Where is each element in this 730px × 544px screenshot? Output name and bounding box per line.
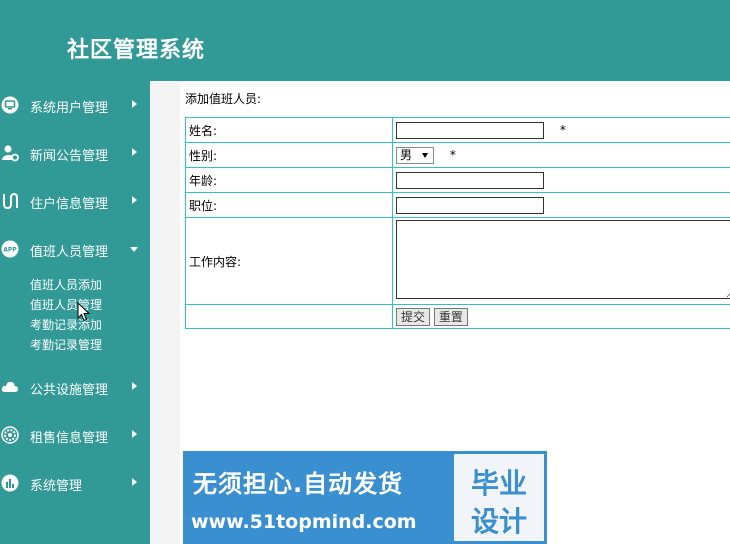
chevron-right-icon: [132, 430, 137, 438]
position-input[interactable]: [396, 196, 544, 214]
app-title: 社区管理系统: [67, 38, 206, 63]
chevron-right-icon: [132, 100, 137, 108]
sidebar-item-label: 值班人员管理: [30, 245, 109, 260]
monitor-icon: [1, 96, 19, 114]
ad-banner[interactable]: 无须担心.自动发货 www.51topmind.com 毕业 设计: [183, 451, 547, 544]
mouse-cursor-icon: [77, 302, 91, 322]
position-label: 职位:: [185, 192, 393, 218]
work-content-textarea[interactable]: [396, 220, 730, 299]
sidebar-item-facilities[interactable]: 公共设施管理: [0, 371, 150, 403]
sidebar-item-rental[interactable]: 租售信息管理: [0, 419, 150, 451]
dropdown-caret-icon: [422, 152, 428, 158]
chevron-right-icon: [132, 478, 137, 486]
submenu-item-manage-attendance[interactable]: 考勤记录管理: [30, 336, 102, 353]
chevron-right-icon: [132, 148, 137, 156]
cloud-icon: [1, 381, 19, 392]
duty-staff-form: 姓名: * 性别: 男 * 年龄: 职位: 工作内容: 提交 重置: [185, 117, 730, 329]
app-icon: APP: [1, 240, 19, 258]
age-input[interactable]: [396, 171, 544, 189]
top-header: 社区管理系统: [0, 0, 730, 81]
ad-badge-top: 毕业: [470, 467, 527, 500]
submenu-item-manage-duty[interactable]: 值班人员管理: [30, 296, 102, 313]
work-content-label: 工作内容:: [185, 217, 393, 305]
ad-url: www.51topmind.com: [191, 511, 417, 533]
sidebar: 系统用户管理 新闻公告管理 住户信息管理 APP 值班人员管理 值班人员添加 值…: [0, 81, 150, 544]
sidebar-item-news[interactable]: 新闻公告管理: [0, 137, 150, 169]
gender-selected-value: 男: [400, 147, 413, 162]
ad-badge-bottom: 设计: [470, 505, 527, 538]
name-input[interactable]: [396, 121, 544, 139]
sidebar-item-duty-staff[interactable]: APP 值班人员管理: [0, 233, 150, 265]
name-label: 姓名:: [185, 117, 393, 143]
chevron-right-icon: [132, 196, 137, 204]
settings-circle-icon: [1, 426, 19, 444]
sidebar-item-label: 新闻公告管理: [30, 149, 109, 164]
ad-badge: 毕业 设计: [454, 454, 544, 541]
age-label: 年龄:: [185, 167, 393, 193]
submit-button[interactable]: 提交: [396, 307, 431, 326]
sidebar-item-label: 公共设施管理: [30, 383, 109, 398]
submenu-item-add-attendance[interactable]: 考勤记录添加: [30, 316, 102, 333]
sidebar-item-label: 租售信息管理: [30, 431, 109, 446]
form-title: 添加值班人员:: [185, 92, 262, 106]
ad-slogan: 无须担心.自动发货: [193, 470, 404, 498]
sidebar-item-system-users[interactable]: 系统用户管理: [0, 89, 150, 121]
content-gutter: [150, 81, 180, 544]
submenu-item-add-duty[interactable]: 值班人员添加: [30, 276, 102, 293]
user-gear-icon: [2, 145, 19, 162]
required-mark: *: [559, 122, 566, 137]
sidebar-item-system[interactable]: 系统管理: [0, 467, 150, 499]
gender-label: 性别:: [185, 142, 393, 168]
svg-text:APP: APP: [3, 247, 17, 254]
route-icon: [3, 192, 18, 210]
empty-cell: [185, 304, 393, 329]
chevron-right-icon: [132, 382, 137, 390]
bar-chart-icon: [1, 474, 19, 492]
sidebar-item-label: 住户信息管理: [30, 197, 109, 212]
sidebar-item-label: 系统用户管理: [30, 101, 109, 116]
gender-select[interactable]: 男: [396, 146, 434, 164]
sidebar-item-label: 系统管理: [30, 479, 83, 494]
sidebar-item-residents[interactable]: 住户信息管理: [0, 185, 150, 217]
chevron-down-icon: [130, 247, 138, 252]
required-mark: *: [449, 147, 456, 162]
reset-button[interactable]: 重置: [433, 307, 468, 326]
